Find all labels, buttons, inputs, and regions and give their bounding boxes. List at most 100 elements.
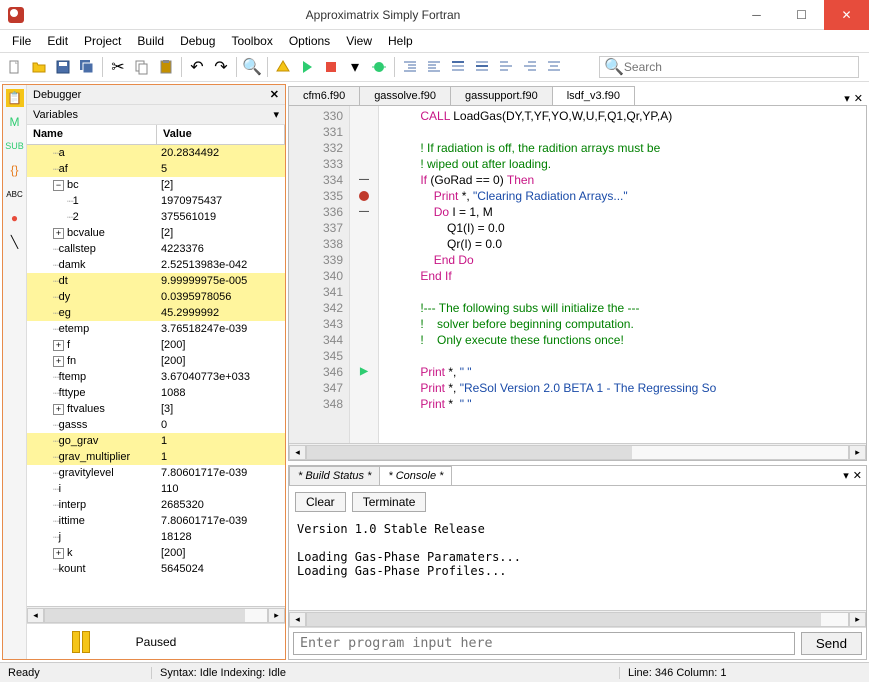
menu-toolbox[interactable]: Toolbox xyxy=(223,32,280,50)
variable-row[interactable]: ┈ i110 xyxy=(27,481,285,497)
variable-row[interactable]: ┈ callstep4223376 xyxy=(27,241,285,257)
variable-row[interactable]: + fn[200] xyxy=(27,353,285,369)
variable-row[interactable]: ┈ 2375561019 xyxy=(27,209,285,225)
debug-icon[interactable] xyxy=(368,56,390,78)
variable-row[interactable]: + k[200] xyxy=(27,545,285,561)
scroll-right-icon[interactable]: ▸ xyxy=(268,608,285,623)
format2-icon[interactable] xyxy=(471,56,493,78)
scroll-left-icon[interactable]: ◂ xyxy=(289,612,306,627)
find-icon[interactable]: 🔍 xyxy=(241,56,263,78)
breakpoint-icon[interactable] xyxy=(359,191,369,201)
tools-tab-icon[interactable]: ╲ xyxy=(6,233,24,251)
console-input[interactable] xyxy=(293,632,795,655)
paste-icon[interactable] xyxy=(155,56,177,78)
menu-help[interactable]: Help xyxy=(380,32,421,50)
variables-list[interactable]: ┈ a20.2834492┈ af5− bc[2]┈ 11970975437┈ … xyxy=(27,145,285,606)
new-file-icon[interactable] xyxy=(4,56,26,78)
vars-h-scrollbar[interactable]: ◂ ▸ xyxy=(27,606,285,623)
variable-row[interactable]: ┈ damk2.52513983e-042 xyxy=(27,257,285,273)
bottom-tab[interactable]: * Console * xyxy=(379,466,452,485)
variable-row[interactable]: − bc[2] xyxy=(27,177,285,193)
variable-row[interactable]: ┈ 11970975437 xyxy=(27,193,285,209)
terminate-button[interactable]: Terminate xyxy=(352,492,427,512)
variable-row[interactable]: ┈ go_grav1 xyxy=(27,433,285,449)
variable-row[interactable]: ┈ eg45.2999992 xyxy=(27,305,285,321)
subs-tab-icon[interactable]: SUB xyxy=(6,137,24,155)
variable-row[interactable]: ┈ kount5645024 xyxy=(27,561,285,577)
indent-icon[interactable] xyxy=(399,56,421,78)
clear-button[interactable]: Clear xyxy=(295,492,346,512)
editor-tab[interactable]: gassupport.f90 xyxy=(450,86,553,105)
scroll-right-icon[interactable]: ▸ xyxy=(849,445,866,460)
tree-toggle-icon[interactable]: + xyxy=(53,404,64,415)
redo-icon[interactable]: ↷ xyxy=(210,56,232,78)
console-h-scrollbar[interactable]: ◂ ▸ xyxy=(289,610,866,627)
variable-row[interactable]: + bcvalue[2] xyxy=(27,225,285,241)
menu-debug[interactable]: Debug xyxy=(172,32,223,50)
scroll-left-icon[interactable]: ◂ xyxy=(27,608,44,623)
line-number-gutter[interactable]: 3303313323333343353363373383393403413423… xyxy=(289,106,349,443)
menu-project[interactable]: Project xyxy=(76,32,129,50)
search-input[interactable] xyxy=(624,60,854,74)
open-folder-icon[interactable] xyxy=(28,56,50,78)
tree-toggle-icon[interactable]: + xyxy=(53,228,64,239)
menu-options[interactable]: Options xyxy=(281,32,338,50)
variables-panel-header[interactable]: Variables ▾ xyxy=(27,105,285,125)
tree-toggle-icon[interactable]: + xyxy=(53,340,64,351)
search-box[interactable]: 🔍 xyxy=(599,56,859,78)
editor-tab[interactable]: cfm6.f90 xyxy=(288,86,360,105)
col-name-header[interactable]: Name xyxy=(27,125,157,144)
format3-icon[interactable] xyxy=(495,56,517,78)
variable-row[interactable]: ┈ af5 xyxy=(27,161,285,177)
variable-row[interactable]: + ftvalues[3] xyxy=(27,401,285,417)
menu-build[interactable]: Build xyxy=(129,32,172,50)
tree-toggle-icon[interactable]: + xyxy=(53,548,64,559)
tree-toggle-icon[interactable]: − xyxy=(53,180,64,191)
variable-row[interactable]: ┈ j18128 xyxy=(27,529,285,545)
tree-toggle-icon[interactable]: + xyxy=(53,356,64,367)
variables-expand-icon[interactable]: ▾ xyxy=(273,108,279,121)
format5-icon[interactable] xyxy=(543,56,565,78)
variable-row[interactable]: ┈ grav_multiplier1 xyxy=(27,449,285,465)
save-all-icon[interactable] xyxy=(76,56,98,78)
col-value-header[interactable]: Value xyxy=(157,125,285,144)
minimize-button[interactable]: ─ xyxy=(734,0,779,30)
copy-icon[interactable] xyxy=(131,56,153,78)
format-icon[interactable] xyxy=(447,56,469,78)
maximize-button[interactable]: ☐ xyxy=(779,0,824,30)
variable-row[interactable]: ┈ a20.2834492 xyxy=(27,145,285,161)
panel-close-icon[interactable]: ✕ xyxy=(270,88,279,101)
modules-tab-icon[interactable]: M xyxy=(6,113,24,131)
tab-menu-icon[interactable]: ▾ xyxy=(844,92,850,105)
tab-close-icon[interactable]: ✕ xyxy=(853,469,862,482)
types-tab-icon[interactable]: {} xyxy=(6,161,24,179)
stop-icon[interactable] xyxy=(320,56,342,78)
undo-icon[interactable]: ↶ xyxy=(186,56,208,78)
outdent-icon[interactable] xyxy=(423,56,445,78)
variable-row[interactable]: ┈ ittime7.80601717e-039 xyxy=(27,513,285,529)
run-icon[interactable] xyxy=(296,56,318,78)
breakpoints-tab-icon[interactable]: ● xyxy=(6,209,24,227)
scroll-left-icon[interactable]: ◂ xyxy=(289,445,306,460)
build-icon[interactable] xyxy=(272,56,294,78)
menu-edit[interactable]: Edit xyxy=(39,32,76,50)
bottom-tab[interactable]: * Build Status * xyxy=(289,466,380,485)
editor-tab[interactable]: gassolve.f90 xyxy=(359,86,451,105)
projects-tab-icon[interactable]: 📋 xyxy=(6,89,24,107)
cut-icon[interactable]: ✂ xyxy=(107,56,129,78)
save-icon[interactable] xyxy=(52,56,74,78)
tab-menu-icon[interactable]: ▾ xyxy=(843,469,849,482)
console-output[interactable]: Version 1.0 Stable Release Loading Gas-P… xyxy=(289,518,866,610)
variable-row[interactable]: ┈ gasss0 xyxy=(27,417,285,433)
close-button[interactable]: ✕ xyxy=(824,0,869,30)
tab-close-icon[interactable]: ✕ xyxy=(854,92,863,105)
variable-row[interactable]: ┈ dy0.0395978056 xyxy=(27,289,285,305)
variable-row[interactable]: ┈ fttype1088 xyxy=(27,385,285,401)
editor-h-scrollbar[interactable]: ◂ ▸ xyxy=(289,443,866,460)
debug-margin[interactable]: ——▶ xyxy=(349,106,379,443)
editor-tab[interactable]: lsdf_v3.f90 xyxy=(552,86,635,105)
variable-row[interactable]: ┈ ftemp3.67040773e+033 xyxy=(27,369,285,385)
menu-file[interactable]: File xyxy=(4,32,39,50)
variable-row[interactable]: ┈ interp2685320 xyxy=(27,497,285,513)
menu-view[interactable]: View xyxy=(338,32,380,50)
